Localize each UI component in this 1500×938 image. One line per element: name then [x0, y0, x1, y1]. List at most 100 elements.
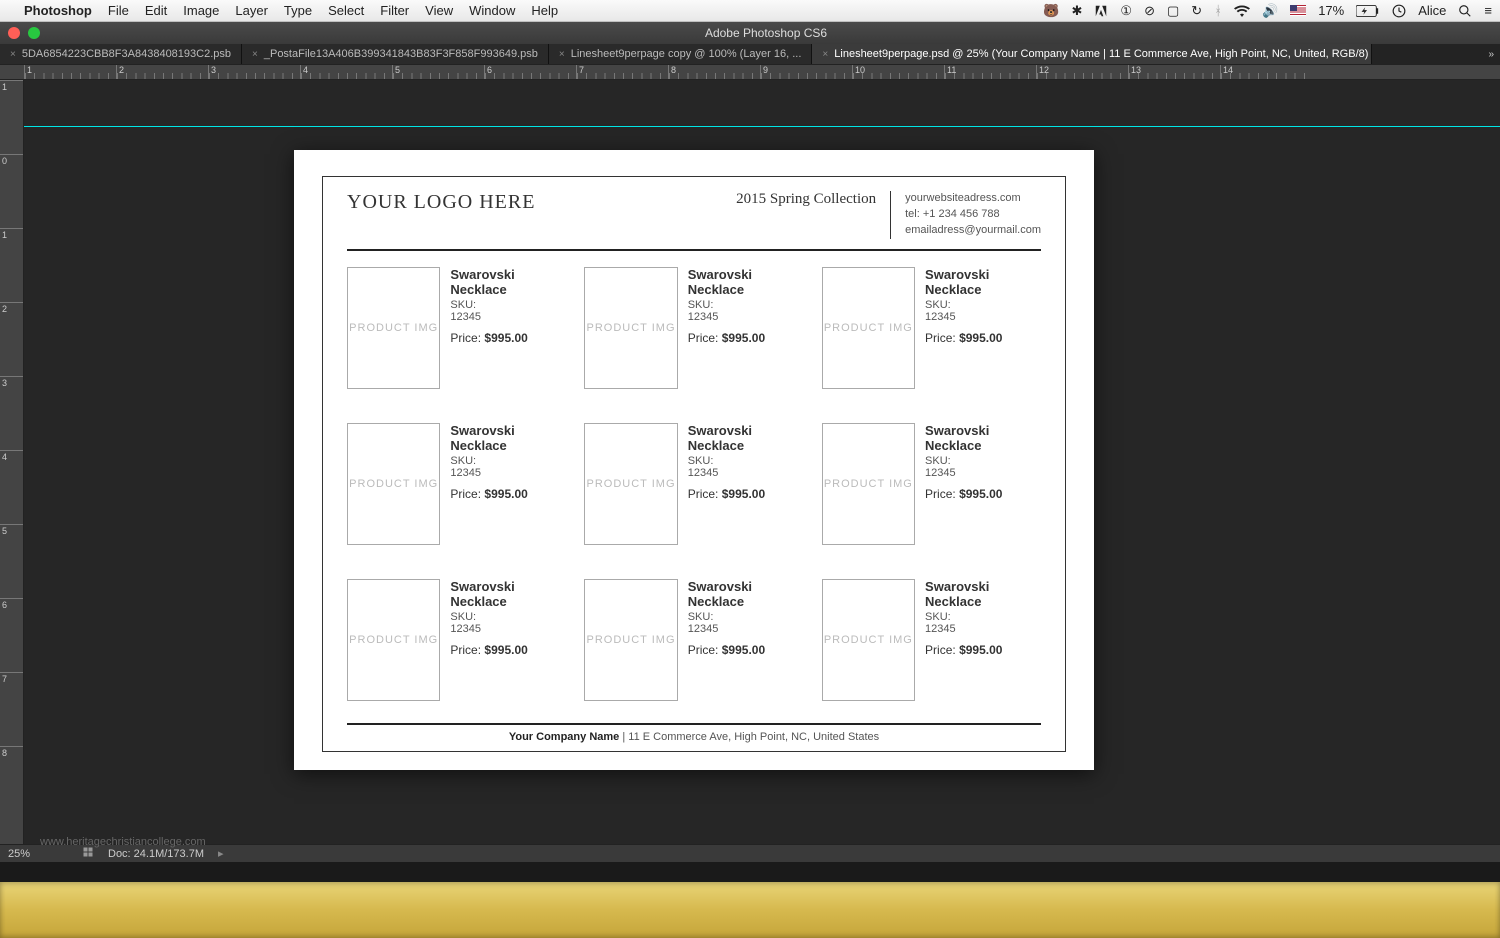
horizontal-guide[interactable] — [24, 126, 1500, 127]
bluetooth-icon[interactable]: ᚼ — [1214, 3, 1222, 18]
price-value: $995.00 — [959, 487, 1002, 501]
product-image-placeholder: PRODUCT IMG — [584, 579, 677, 701]
product-name: Swarovski Necklace — [925, 579, 1041, 609]
bear-icon[interactable]: 🐻 — [1043, 3, 1059, 19]
price-value: $995.00 — [722, 487, 765, 501]
menu-window[interactable]: Window — [469, 3, 515, 18]
wifi-icon[interactable] — [1234, 5, 1250, 17]
menu-help[interactable]: Help — [531, 3, 558, 18]
contact-email: emailadress@yourmail.com — [905, 223, 1041, 239]
menu-layer[interactable]: Layer — [235, 3, 268, 18]
price-value: $995.00 — [484, 643, 527, 657]
product-image-placeholder: PRODUCT IMG — [822, 423, 915, 545]
ruler-tick: 3 — [208, 65, 300, 79]
product-item: PRODUCT IMGSwarovski NecklaceSKU:12345Pr… — [347, 267, 566, 401]
document-tab[interactable]: ×Linesheet9perpage copy @ 100% (Layer 16… — [549, 44, 813, 64]
price-label: Price: — [688, 643, 719, 657]
footer-sep: | — [619, 731, 628, 743]
sku-label: SKU: — [925, 455, 951, 467]
price-label: Price: — [450, 643, 481, 657]
close-icon[interactable]: × — [822, 49, 828, 60]
menu-file[interactable]: File — [108, 3, 129, 18]
sku-value: 12345 — [450, 467, 481, 479]
ruler-tick: 10 — [852, 65, 944, 79]
status-bar: 25% Doc: 24.1M/173.7M ▸ — [0, 844, 1500, 862]
app-name[interactable]: Photoshop — [24, 3, 92, 18]
chevron-right-icon[interactable]: ▸ — [218, 847, 224, 860]
sku-label: SKU: — [688, 299, 714, 311]
time-machine-icon[interactable]: ↻ — [1191, 3, 1202, 19]
document-tab-active[interactable]: ×Linesheet9perpage.psd @ 25% (Your Compa… — [812, 44, 1372, 64]
airplay-icon[interactable]: ▢ — [1167, 3, 1179, 19]
ruler-tick: 4 — [300, 65, 392, 79]
contact-tel: tel: +1 234 456 788 — [905, 207, 1041, 223]
clock-icon[interactable] — [1392, 4, 1406, 18]
bottom-strip — [0, 882, 1500, 938]
ruler-tick: 2 — [116, 65, 208, 79]
sku-value: 12345 — [925, 623, 956, 635]
menu-select[interactable]: Select — [328, 3, 364, 18]
menu-type[interactable]: Type — [284, 3, 312, 18]
product-item: PRODUCT IMGSwarovski NecklaceSKU:12345Pr… — [584, 423, 803, 557]
price-label: Price: — [450, 331, 481, 345]
volume-icon[interactable]: 🔊 — [1262, 3, 1278, 19]
product-grid: PRODUCT IMGSwarovski NecklaceSKU:12345Pr… — [347, 251, 1041, 723]
sku-value: 12345 — [688, 623, 719, 635]
zoom-level[interactable]: 25% — [8, 848, 68, 860]
product-name: Swarovski Necklace — [450, 579, 566, 609]
tab-overflow-button[interactable]: » — [1482, 49, 1500, 60]
close-icon[interactable]: × — [10, 49, 16, 60]
product-image-placeholder: PRODUCT IMG — [584, 267, 677, 389]
horizontal-ruler[interactable]: 1 2 3 4 5 6 7 8 9 10 11 12 13 14 — [0, 64, 1500, 80]
expose-icon[interactable] — [82, 846, 94, 861]
username[interactable]: Alice — [1418, 3, 1446, 18]
product-item: PRODUCT IMGSwarovski NecklaceSKU:12345Pr… — [584, 267, 803, 401]
flag-icon[interactable] — [1290, 5, 1306, 16]
spotlight-icon[interactable] — [1458, 4, 1472, 18]
menu-filter[interactable]: Filter — [380, 3, 409, 18]
product-item: PRODUCT IMGSwarovski NecklaceSKU:12345Pr… — [347, 423, 566, 557]
vertical-ruler[interactable]: 1 0 1 2 3 4 5 6 7 8 — [0, 80, 24, 862]
document-canvas[interactable]: YOUR LOGO HERE 2015 Spring Collection yo… — [294, 150, 1094, 770]
canvas-area[interactable]: YOUR LOGO HERE 2015 Spring Collection yo… — [24, 80, 1500, 862]
zoom-window-button[interactable] — [28, 27, 40, 39]
ruler-tick: 9 — [760, 65, 852, 79]
menu-extras-icon[interactable]: ≡ — [1484, 3, 1492, 18]
close-icon[interactable]: × — [559, 49, 565, 60]
product-name: Swarovski Necklace — [925, 423, 1041, 453]
document-tab[interactable]: ×_PostaFile13A406B399341843B83F3F858F993… — [242, 44, 549, 64]
document-tab[interactable]: × 5DA6854223CBB8F3A8438408193C2.psb — [0, 44, 242, 64]
close-icon[interactable]: × — [252, 49, 258, 60]
adobe-icon[interactable] — [1094, 4, 1108, 18]
price-value: $995.00 — [959, 331, 1002, 345]
product-item: PRODUCT IMGSwarovski NecklaceSKU:12345Pr… — [822, 579, 1041, 713]
menu-edit[interactable]: Edit — [145, 3, 167, 18]
menu-image[interactable]: Image — [183, 3, 219, 18]
close-window-button[interactable] — [8, 27, 20, 39]
sku-value: 12345 — [688, 467, 719, 479]
battery-icon[interactable] — [1356, 5, 1380, 17]
product-item: PRODUCT IMGSwarovski NecklaceSKU:12345Pr… — [347, 579, 566, 713]
product-image-placeholder: PRODUCT IMG — [822, 267, 915, 389]
ruler-tick: 4 — [0, 450, 23, 524]
doc-info[interactable]: Doc: 24.1M/173.7M — [108, 848, 204, 860]
linesheet-frame: YOUR LOGO HERE 2015 Spring Collection yo… — [322, 176, 1066, 752]
linesheet-footer: Your Company Name | 11 E Commerce Ave, H… — [347, 723, 1041, 743]
ruler-tick: 5 — [0, 524, 23, 598]
price-value: $995.00 — [484, 331, 527, 345]
sku-label: SKU: — [925, 611, 951, 623]
menu-view[interactable]: View — [425, 3, 453, 18]
ruler-tick: 12 — [1036, 65, 1128, 79]
one-icon[interactable]: ① — [1120, 3, 1132, 19]
clock-check-icon[interactable]: ⊘ — [1144, 3, 1155, 19]
price-value: $995.00 — [722, 331, 765, 345]
ruler-tick: 5 — [392, 65, 484, 79]
ruler-tick: 1 — [24, 65, 116, 79]
ruler-tick: 11 — [944, 65, 1036, 79]
sync-icon[interactable]: ✱ — [1072, 3, 1083, 19]
sku-label: SKU: — [688, 611, 714, 623]
sku-value: 12345 — [688, 311, 719, 323]
price-value: $995.00 — [484, 487, 527, 501]
product-name: Swarovski Necklace — [450, 267, 566, 297]
tab-label: 5DA6854223CBB8F3A8438408193C2.psb — [22, 48, 231, 60]
